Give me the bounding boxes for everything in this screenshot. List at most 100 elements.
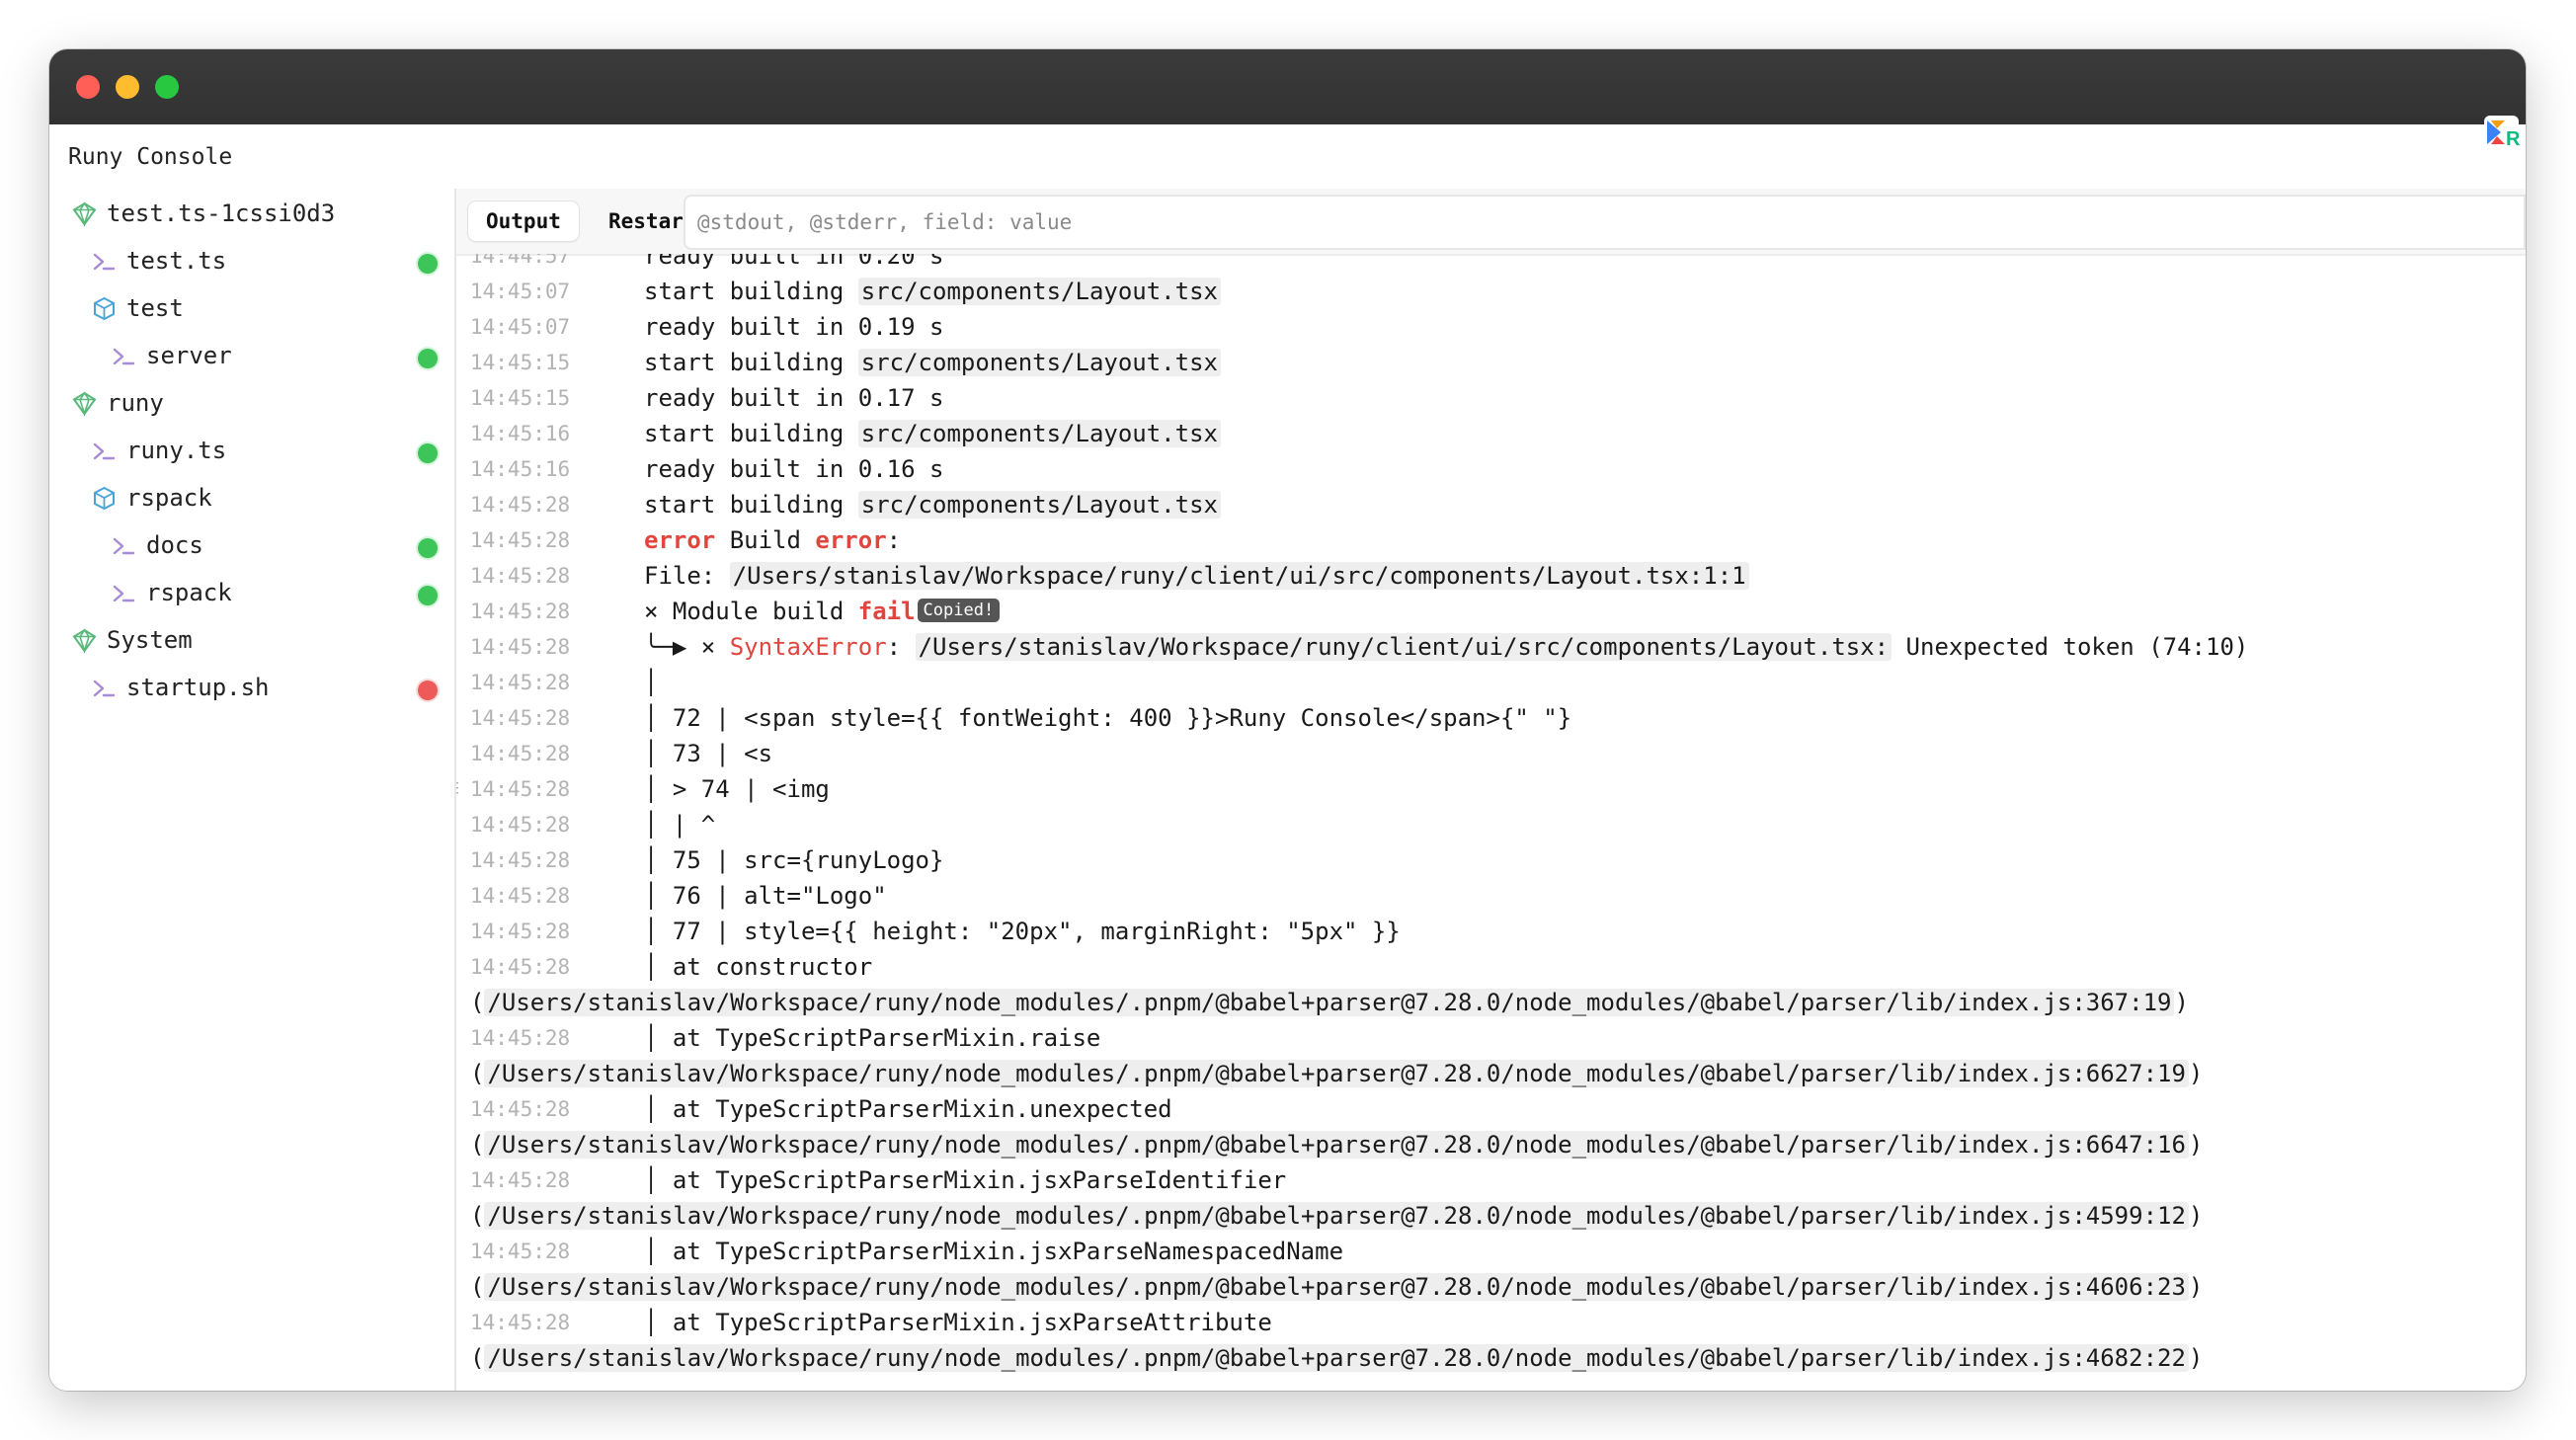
log-timestamp: 14:45:28 <box>470 884 571 908</box>
log-segment: Unexpected token (74:10) <box>1892 633 2249 661</box>
project-icon <box>71 200 98 227</box>
log-line: 14:45:28 │ at TypeScriptParserMixin.jsxPa… <box>456 1236 2526 1271</box>
log-timestamp: 14:45:28 <box>470 777 571 801</box>
log-line: 14:45:16 start building src/components/La… <box>456 418 2526 453</box>
log-text: │ at TypeScriptParserMixin.jsxParseIdent… <box>644 1166 1286 1194</box>
sidebar-item[interactable]: docs <box>49 523 454 567</box>
app-header: Runy Console <box>49 124 2526 191</box>
log-segment: │ 77 | style={{ height: "20px", marginRi… <box>644 918 1401 945</box>
sidebar-item-label: rspack <box>146 579 232 606</box>
sidebar-item[interactable]: rspack <box>49 476 454 520</box>
log-text: start building src/components/Layout.tsx <box>644 491 1221 519</box>
log-segment: │ at constructor <box>644 953 873 981</box>
log-text: File: /Users/stanislav/Workspace/runy/cl… <box>644 562 1749 590</box>
sidebar-item-label: runy.ts <box>126 437 227 464</box>
sidebar-item[interactable]: runy <box>49 381 454 425</box>
log-segment: error <box>644 526 716 554</box>
app-title: Runy Console <box>68 144 233 170</box>
log-text: ready built in 0.17 s <box>644 384 943 412</box>
log-timestamp: 14:45:28 <box>470 813 571 837</box>
log-timestamp: 14:45:28 <box>470 493 571 517</box>
log-line: 14:45:28 │ 77 | style={{ height: "20px", … <box>456 916 2526 951</box>
log-line: 14:45:28 File: /Users/stanislav/Workspace… <box>456 560 2526 596</box>
sidebar-item-label: server <box>146 342 232 369</box>
log-segment: │ 73 | <s <box>644 740 773 767</box>
log-timestamp: 14:44:57 <box>470 254 571 268</box>
sidebar-item[interactable]: System <box>49 618 454 662</box>
project-icon <box>71 390 98 417</box>
log-text: error Build error: <box>644 526 901 554</box>
terminal-icon <box>111 532 137 559</box>
sidebar-item[interactable]: test.ts <box>49 239 454 282</box>
log-segment: │ at TypeScriptParserMixin.unexpected <box>644 1095 1172 1123</box>
log-segment: /Users/stanislav/Workspace/runy/client/u… <box>915 633 1892 661</box>
log-text: │ at constructor <box>644 953 872 981</box>
log-segment: ) <box>2188 1273 2204 1301</box>
log-segment: ( <box>470 1202 485 1230</box>
log-text: │ at TypeScriptParserMixin.raise <box>644 1024 1100 1052</box>
sidebar-item-label: rspack <box>126 484 212 512</box>
log-line: 14:45:15 ready built in 0.17 s <box>456 382 2526 418</box>
log-filter-input[interactable] <box>684 195 2526 250</box>
log-timestamp: 14:45:28 <box>470 1026 571 1050</box>
sidebar-item-label: test.ts-1cssi0d3 <box>107 200 336 227</box>
close-window-button[interactable] <box>76 75 100 99</box>
sidebar-item[interactable]: test <box>49 286 454 330</box>
log-segment: ready built in 0.19 s <box>644 313 944 341</box>
log-segment: ( <box>470 1131 485 1159</box>
minimize-window-button[interactable] <box>116 75 139 99</box>
log-segment: : <box>886 526 902 554</box>
svg-text:R: R <box>2506 128 2520 150</box>
log-segment: src/components/Layout.tsx <box>857 420 1221 447</box>
terminal-icon <box>91 248 118 275</box>
log-text: × Module build fail Copied! <box>644 598 1001 625</box>
sidebar-item[interactable]: server <box>49 334 454 377</box>
log-segment: │ at TypeScriptParserMixin.raise <box>644 1024 1101 1052</box>
sidebar-item[interactable]: test.ts-1cssi0d3 <box>49 192 454 235</box>
log-segment: ) <box>2188 1131 2204 1159</box>
log-segment: │ at TypeScriptParserMixin.jsxParseAttri… <box>644 1309 1272 1336</box>
log-timestamp: 14:45:28 <box>470 920 571 943</box>
log-text: (/Users/stanislav/Workspace/runy/node_mo… <box>470 989 2189 1016</box>
log-text: │ 77 | style={{ height: "20px", marginRi… <box>644 918 1401 945</box>
log-line: (/Users/stanislav/Workspace/runy/node_mo… <box>456 1129 2526 1164</box>
log-timestamp: 14:45:28 <box>470 635 571 659</box>
sidebar-item[interactable]: startup.sh <box>49 666 454 709</box>
log-line: 14:45:28 │ 76 | alt="Logo" <box>456 880 2526 916</box>
log-line: 14:45:28 │ <box>456 667 2526 702</box>
copied-badge: Copied! <box>917 599 1001 622</box>
sidebar-item-label: test.ts <box>126 247 227 275</box>
log-line: 14:45:28 │ at TypeScriptParserMixin.unexp… <box>456 1093 2526 1129</box>
log-timestamp: 14:45:28 <box>470 1168 571 1192</box>
status-dot <box>418 680 438 700</box>
project-icon <box>71 627 98 654</box>
log-segment: start building <box>644 349 858 376</box>
log-segment: start building <box>644 491 858 519</box>
status-dot <box>418 538 438 558</box>
log-line: 14:45:28 error Build error: <box>456 524 2526 560</box>
log-text: │ 75 | src={runyLogo} <box>644 846 943 874</box>
log-segment: │ > 74 | <img <box>644 775 830 803</box>
log-segment: ( <box>470 1344 485 1372</box>
log-segment: ( <box>470 989 485 1016</box>
maximize-window-button[interactable] <box>155 75 179 99</box>
terminal-icon <box>91 675 118 701</box>
log-timestamp: 14:45:28 <box>470 955 571 979</box>
log-output[interactable]: 14:44:57 ready built in 0.20 s 14:45:07 sta… <box>456 254 2526 1391</box>
sidebar-item[interactable]: rspack <box>49 571 454 614</box>
log-timestamp: 14:45:28 <box>470 528 571 552</box>
log-timestamp: 14:45:07 <box>470 315 571 339</box>
log-segment: │ 72 | <span style={{ fontWeight: 400 }}… <box>644 704 1572 732</box>
log-text: ╰─▶ × SyntaxError: /Users/stanislav/Work… <box>644 633 2248 661</box>
log-line: (/Users/stanislav/Workspace/runy/node_mo… <box>456 1342 2526 1378</box>
log-segment: Build <box>715 526 816 554</box>
log-timestamp: 14:45:28 <box>470 742 571 765</box>
log-segment: │ | ^ <box>644 811 716 839</box>
log-segment: fail <box>857 598 916 625</box>
sidebar-item[interactable]: runy.ts <box>49 429 454 472</box>
log-text: (/Users/stanislav/Workspace/runy/node_mo… <box>470 1344 2203 1372</box>
log-segment: ( <box>470 1060 485 1087</box>
log-line: 14:45:28 │ 72 | <span style={{ fontWeight… <box>456 702 2526 738</box>
output-tab[interactable]: Output <box>468 201 579 241</box>
runy-logo-icon: R <box>2484 116 2520 150</box>
